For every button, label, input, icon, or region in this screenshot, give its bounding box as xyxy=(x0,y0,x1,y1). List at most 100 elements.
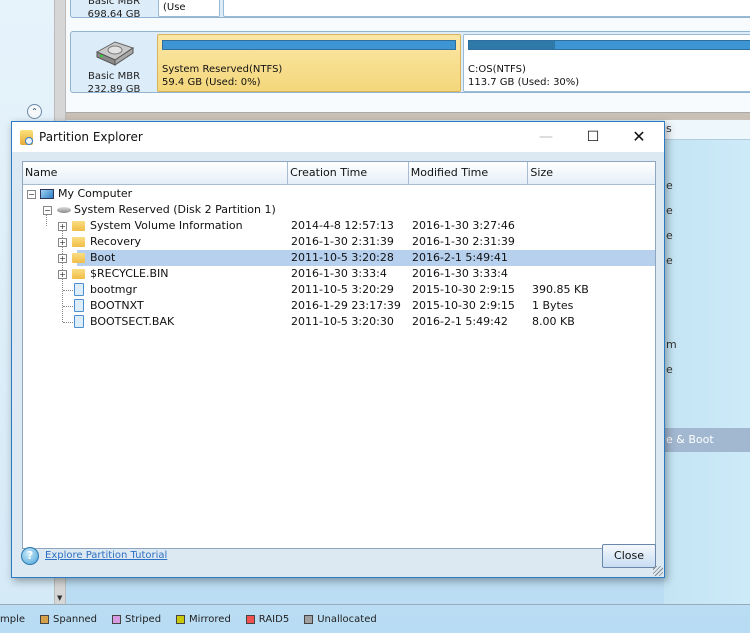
disk-type: Basic MBR xyxy=(87,0,141,7)
tree-entry-row[interactable]: bootmgr 2011-10-5 3:20:29 2015-10-30 2:9:1… xyxy=(23,282,655,298)
title-bar[interactable]: Partition Explorer — ☐ ✕ xyxy=(12,122,664,152)
entry-creation-time: 2016-1-30 3:33:4 xyxy=(291,267,387,280)
list-item[interactable]: e xyxy=(666,254,673,267)
computer-icon xyxy=(40,189,54,199)
drive-icon xyxy=(57,207,71,213)
entry-name: $RECYCLE.BIN xyxy=(90,267,169,280)
file-icon xyxy=(74,283,84,296)
entry-modified-time: 2016-1-30 3:33:4 xyxy=(412,267,508,280)
close-window-button[interactable]: ✕ xyxy=(616,122,662,152)
entry-name: bootmgr xyxy=(90,283,137,296)
entry-creation-time: 2011-10-5 3:20:28 xyxy=(291,251,394,264)
tree-line xyxy=(63,306,73,307)
legend-mirrored: Mirrored xyxy=(176,614,231,625)
collapse-icon[interactable]: − xyxy=(43,206,52,215)
tree-node-my-computer[interactable]: − My Computer xyxy=(23,186,655,202)
partition-info: 100 MB (Use xyxy=(163,2,186,13)
column-header-modified-time[interactable]: Modified Time xyxy=(409,162,529,185)
expand-icon[interactable]: + xyxy=(58,238,67,247)
entry-modified-time: 2016-2-1 5:49:42 xyxy=(412,315,508,328)
legend-label: Striped xyxy=(125,613,162,625)
entry-modified-time: 2016-2-1 5:49:41 xyxy=(412,251,508,264)
collapse-icon[interactable]: − xyxy=(27,190,36,199)
entry-modified-time: 2016-1-30 3:27:46 xyxy=(412,219,515,232)
expand-icon[interactable]: + xyxy=(58,254,67,263)
legend-swatch xyxy=(304,614,314,624)
list-item[interactable]: e xyxy=(666,179,673,192)
partition-info: 113.7 GB (Used: 30%) xyxy=(468,77,580,88)
disk-size: 698.64 GB xyxy=(87,9,141,20)
file-icon xyxy=(74,299,84,312)
disk-2-row[interactable]: Basic MBR 232.89 GB System Reserved(NTFS… xyxy=(70,31,750,95)
tree-entry-row[interactable]: BOOTNXT 2016-1-29 23:17:39 2015-10-30 2:9:… xyxy=(23,298,655,314)
system-reserved-partition[interactable]: System Reserved(NTFS) 59.4 GB (Used: 0%) xyxy=(157,34,461,92)
entry-size: 8.00 KB xyxy=(532,315,575,328)
disk-1-partition-1[interactable]: 100 MB (Use xyxy=(158,0,220,17)
partition-list-background: s e e e e e & Boot m e xyxy=(664,120,750,604)
tree-line xyxy=(63,290,73,291)
tree-entry-row[interactable]: BOOTSECT.BAK 2011-10-5 3:20:30 2016-2-1 5:… xyxy=(23,314,655,330)
tree-entry-row[interactable]: + Boot 2011-10-5 3:20:28 2016-2-1 5:49:41 xyxy=(23,250,655,266)
folder-icon xyxy=(72,253,85,263)
usage-bar xyxy=(468,40,750,50)
expand-icon[interactable]: + xyxy=(58,270,67,279)
entry-size: 1 Bytes xyxy=(532,299,574,312)
tree-node-partition[interactable]: − System Reserved (Disk 2 Partition 1) xyxy=(23,202,655,218)
disk-size: 232.89 GB xyxy=(87,84,141,95)
scroll-down-arrow-icon[interactable]: ▼ xyxy=(57,594,62,602)
folder-icon xyxy=(72,269,85,279)
tree-entry-row[interactable]: + System Volume Information 2014-4-8 12:57… xyxy=(23,218,655,234)
tree-entry-row[interactable]: + $RECYCLE.BIN 2016-1-30 3:33:4 2016-1-30 3… xyxy=(23,266,655,282)
maximize-button[interactable]: ☐ xyxy=(570,122,616,152)
tree-line xyxy=(63,322,73,323)
legend-swatch xyxy=(40,614,50,624)
list-item[interactable]: e xyxy=(666,363,673,376)
legend-swatch xyxy=(112,614,122,624)
list-item[interactable]: e xyxy=(666,229,673,242)
partition-info: 59.4 GB (Used: 0%) xyxy=(162,77,261,88)
disk-map: Basic MBR 698.64 GB 100 MB (Use 649.3 GB… xyxy=(66,0,750,118)
entry-creation-time: 2014-4-8 12:57:13 xyxy=(291,219,394,232)
entry-name: BOOTNXT xyxy=(90,299,144,312)
list-header-text: s xyxy=(666,122,672,135)
column-header-creation-time[interactable]: Creation Time xyxy=(288,162,409,185)
legend-unallocated: Unallocated xyxy=(304,614,377,625)
list-item[interactable]: m xyxy=(666,338,677,351)
column-header-size[interactable]: Size xyxy=(528,162,655,185)
entry-creation-time: 2016-1-29 23:17:39 xyxy=(291,299,401,312)
entry-creation-time: 2011-10-5 3:20:30 xyxy=(291,315,394,328)
list-item-selected[interactable]: e & Boot xyxy=(664,428,750,452)
column-headers: Name Creation Time Modified Time Size xyxy=(23,162,655,185)
entry-creation-time: 2016-1-30 2:31:39 xyxy=(291,235,394,248)
list-item[interactable]: e xyxy=(666,204,673,217)
node-label: System Reserved (Disk 2 Partition 1) xyxy=(74,203,276,216)
legend-label: RAID5 xyxy=(258,613,290,625)
file-tree-list[interactable]: Name Creation Time Modified Time Size − … xyxy=(22,161,656,549)
tree-entry-row[interactable]: + Recovery 2016-1-30 2:31:39 2016-1-30 2:31… xyxy=(23,234,655,250)
help-icon[interactable]: ? xyxy=(21,547,39,565)
close-button[interactable]: Close xyxy=(602,544,656,568)
resize-grip[interactable] xyxy=(653,566,663,576)
collapse-up-icon[interactable]: ⌃ xyxy=(27,104,42,119)
partition-label: System Reserved(NTFS) xyxy=(162,64,283,75)
partition-label: C:OS(NTFS) xyxy=(468,64,526,75)
usage-bar xyxy=(162,40,456,50)
entry-modified-time: 2015-10-30 2:9:15 xyxy=(412,283,515,296)
legend-simple: mple xyxy=(0,614,25,625)
explore-partition-tutorial-link[interactable]: Explore Partition Tutorial xyxy=(45,550,167,561)
column-header-name[interactable]: Name xyxy=(23,162,289,185)
c-os-partition[interactable]: C:OS(NTFS) 113.7 GB (Used: 30%) xyxy=(463,34,750,92)
entry-name: System Volume Information xyxy=(90,219,243,232)
expand-icon[interactable]: + xyxy=(58,222,67,231)
folder-icon xyxy=(72,237,85,247)
legend-raid5: RAID5 xyxy=(245,613,290,625)
disk-type: Basic MBR xyxy=(87,71,141,82)
disk-1-row[interactable]: Basic MBR 698.64 GB 100 MB (Use 649.3 GB… xyxy=(70,0,750,20)
disk-1-label: Basic MBR 698.64 GB xyxy=(71,0,157,20)
minimize-button[interactable]: — xyxy=(523,122,569,152)
legend-striped: Striped xyxy=(112,614,161,625)
node-label: My Computer xyxy=(58,187,133,200)
legend-swatch xyxy=(245,614,255,624)
disk-2-label: Basic MBR 232.89 GB xyxy=(71,32,157,95)
disk-1-partition-2[interactable]: 649.3 GB (Used: 0%) xyxy=(223,0,750,17)
